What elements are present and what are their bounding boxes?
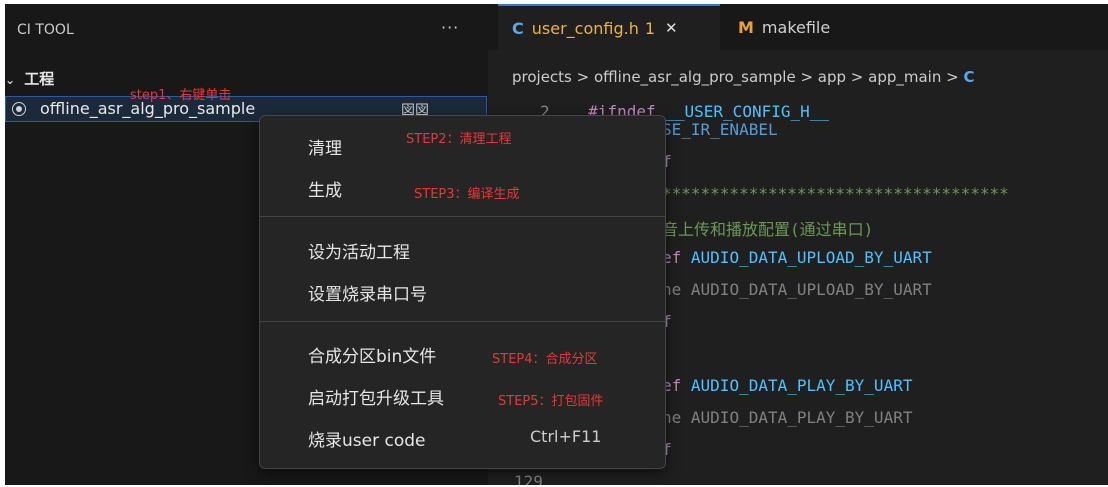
tab-label: user_config.h bbox=[531, 18, 639, 38]
breadcrumb[interactable]: projects > offline_asr_alg_pro_sample > … bbox=[512, 68, 974, 86]
problem-count-badge: 1 bbox=[644, 18, 656, 38]
code-line: ef AUDIO_DATA_UPLOAD_BY_UART bbox=[662, 248, 932, 267]
annotation-step3: STEP3：编译生成 bbox=[414, 187, 520, 202]
code-line: ************************************ bbox=[662, 184, 1009, 203]
makefile-icon: M bbox=[738, 17, 754, 37]
menu-item-launch-package-tool[interactable]: 启动打包升级工具 bbox=[308, 384, 444, 409]
annotation-step4: STEP4：合成分区 bbox=[492, 352, 598, 367]
annotation-step5: STEP5：打包固件 bbox=[498, 394, 604, 409]
tab-bar: C user_config.h 1 ✕ M makefile bbox=[488, 4, 1108, 50]
code-line: ef AUDIO_DATA_PLAY_BY_UART bbox=[662, 376, 913, 395]
tab-label: makefile bbox=[761, 17, 831, 37]
active-project-radio-icon bbox=[12, 102, 26, 116]
annotation-step1: step1、右键单击 bbox=[130, 88, 232, 103]
chevron-down-icon: ⌄ bbox=[5, 73, 16, 87]
menu-item-clean[interactable]: 清理 bbox=[308, 134, 342, 159]
context-menu: 清理 生成 设为活动工程 设置烧录串口号 合成分区bin文件 启动打包升级工具 … bbox=[259, 115, 666, 469]
menu-item-build[interactable]: 生成 bbox=[308, 176, 342, 201]
c-file-icon: C bbox=[963, 68, 975, 86]
menu-item-set-active-project[interactable]: 设为活动工程 bbox=[308, 238, 410, 263]
menu-item-flash-user-code[interactable]: 烧录user code bbox=[308, 426, 425, 451]
sidebar-title: CI TOOL bbox=[17, 22, 74, 38]
menu-item-set-flash-port[interactable]: 设置烧录串口号 bbox=[308, 280, 427, 305]
code-line: SE_IR_ENABEL bbox=[662, 120, 778, 139]
c-file-icon: C bbox=[512, 18, 524, 38]
menu-separator bbox=[260, 216, 665, 217]
tree-section-header[interactable]: ⌄ 工程 bbox=[5, 68, 54, 89]
code-line: ne AUDIO_DATA_UPLOAD_BY_UART bbox=[662, 280, 932, 299]
tab-user-config[interactable]: C user_config.h 1 ✕ bbox=[498, 4, 720, 50]
menu-shortcut: Ctrl+F11 bbox=[530, 427, 602, 446]
code-line: 音上传和播放配置(通过串口) bbox=[662, 220, 874, 239]
menu-separator bbox=[260, 321, 665, 322]
more-actions-icon[interactable]: ··· bbox=[441, 18, 459, 37]
breadcrumb-path[interactable]: projects > offline_asr_alg_pro_sample > … bbox=[512, 68, 963, 86]
code-line: ne AUDIO_DATA_PLAY_BY_UART bbox=[662, 408, 913, 427]
annotation-step2: STEP2：清理工程 bbox=[406, 132, 512, 147]
close-icon[interactable]: ✕ bbox=[665, 19, 678, 37]
menu-item-merge-partition-bin[interactable]: 合成分区bin文件 bbox=[308, 342, 436, 367]
tab-makefile[interactable]: M makefile bbox=[724, 4, 924, 50]
tree-section-label: 工程 bbox=[24, 70, 55, 88]
line-number: 129 bbox=[514, 472, 543, 485]
